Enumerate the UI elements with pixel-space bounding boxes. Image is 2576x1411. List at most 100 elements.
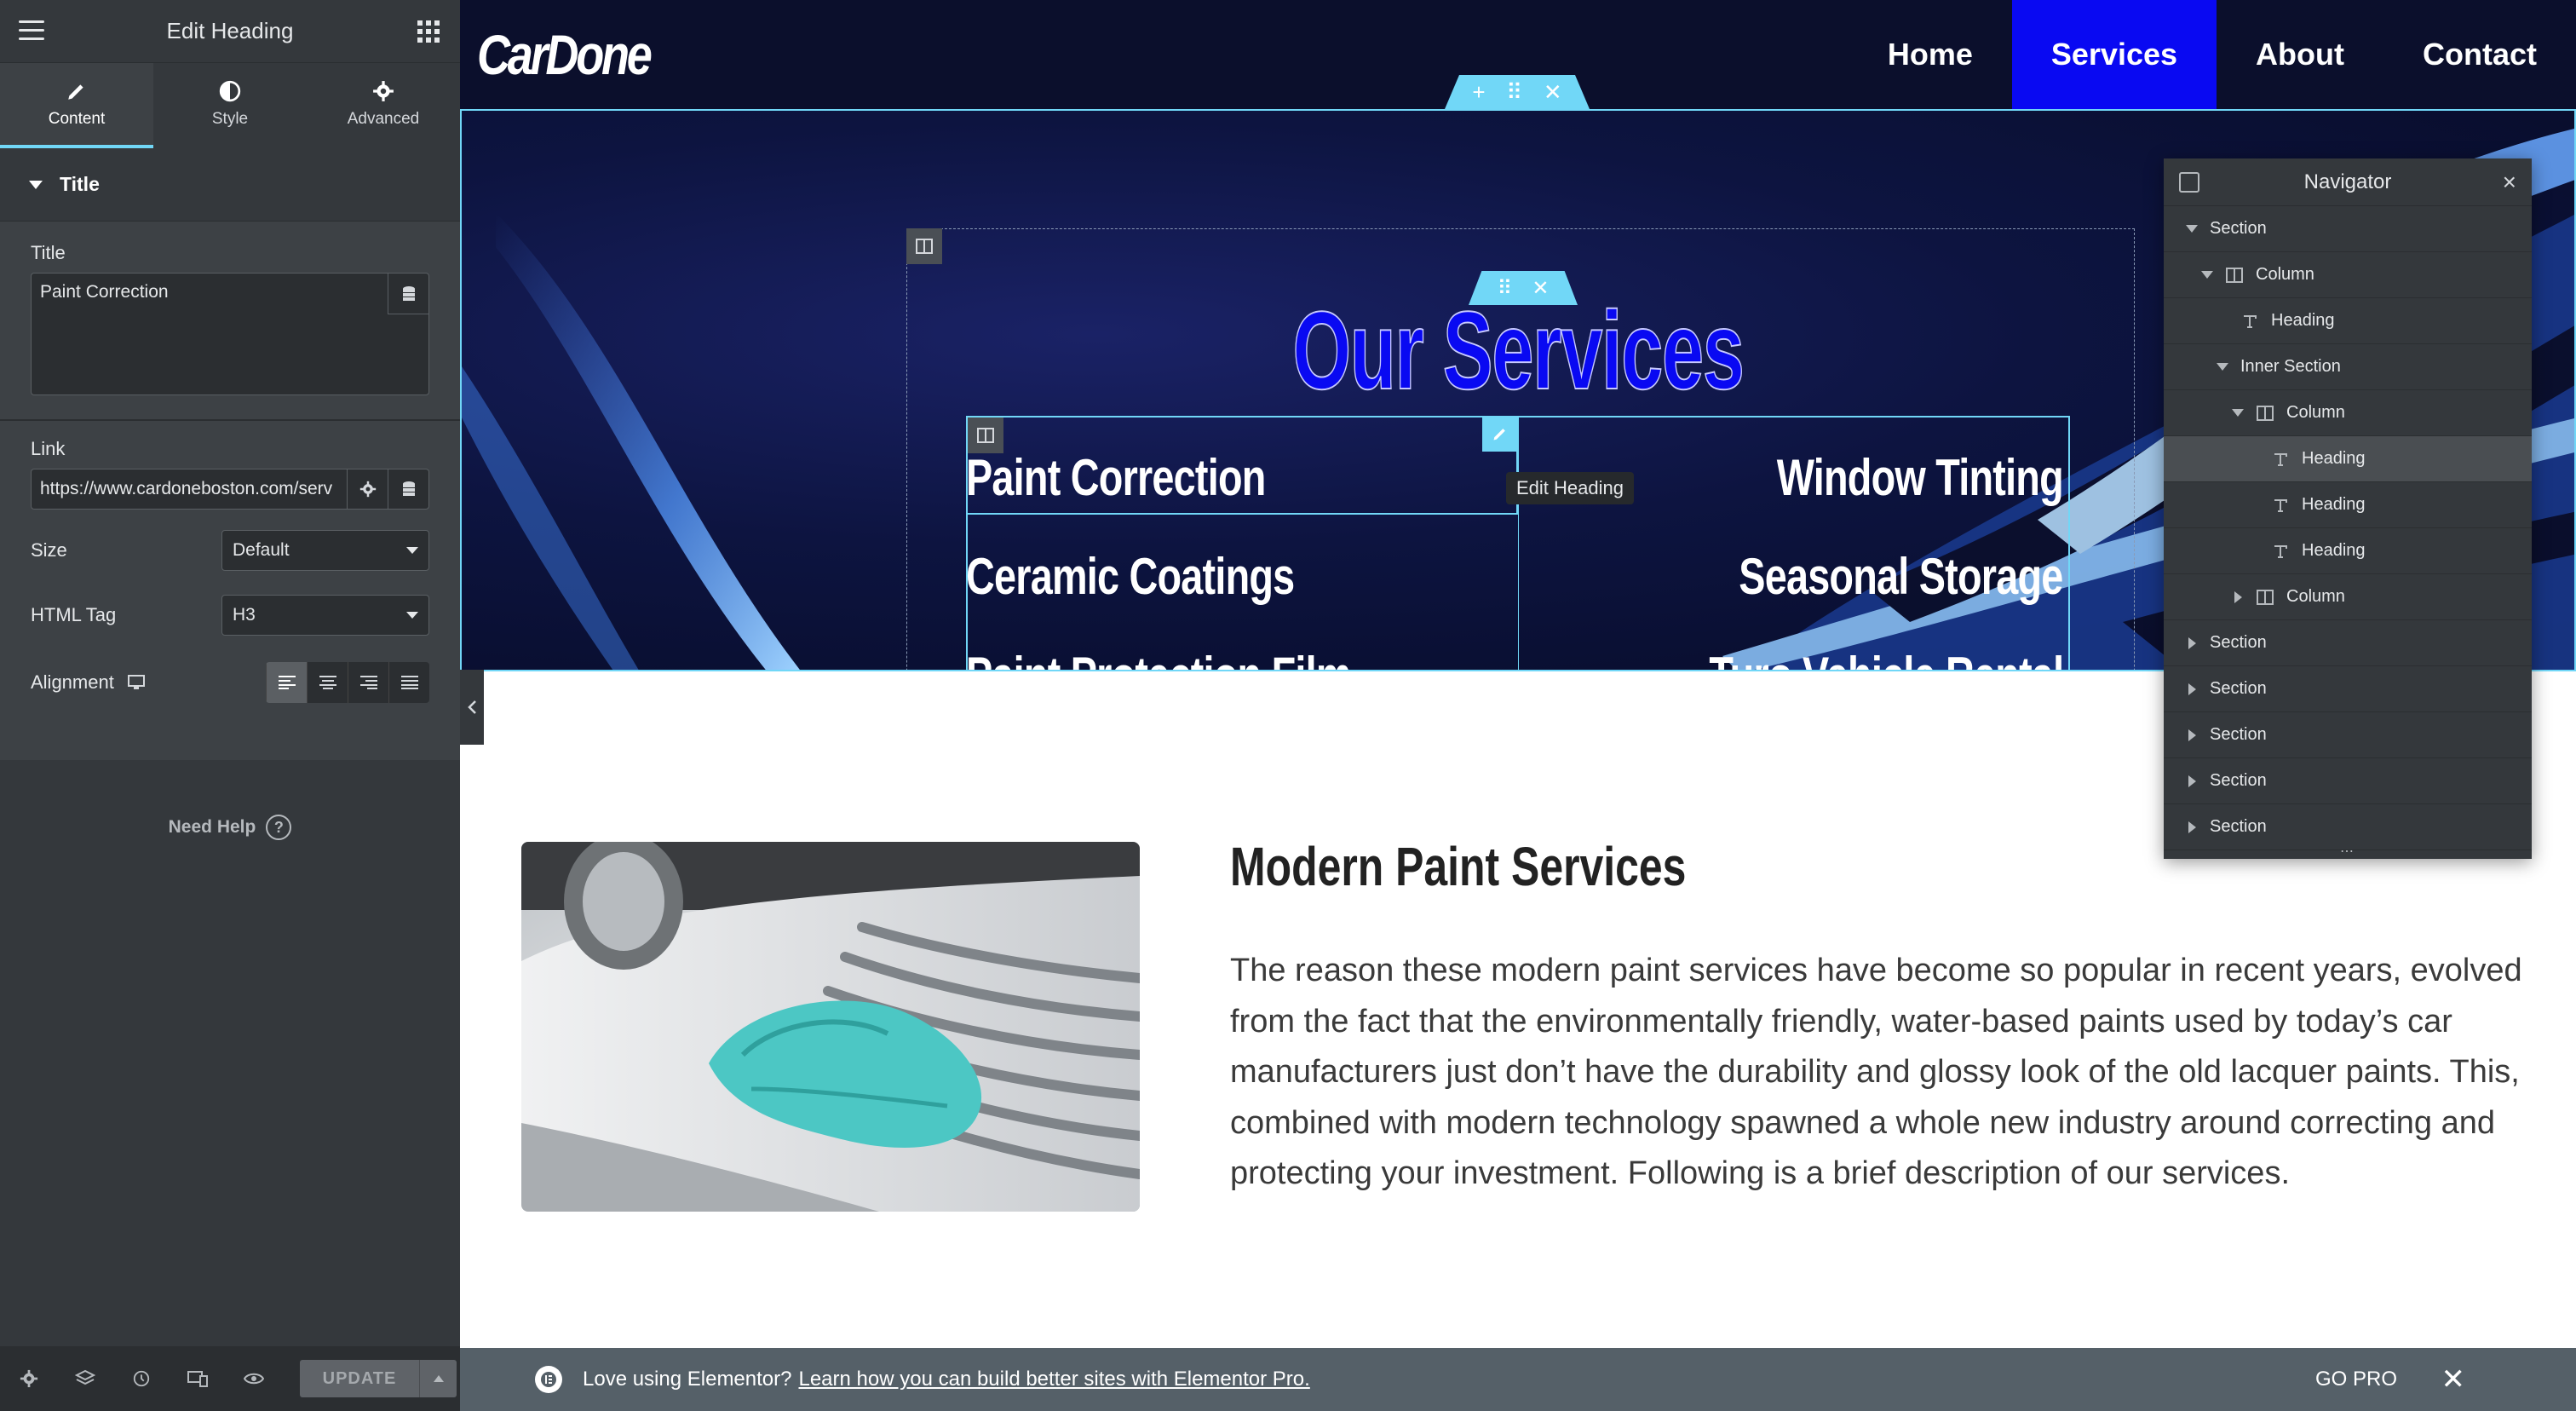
drag-handle-icon[interactable]: ⠿ [1506,79,1522,106]
tab-style[interactable]: Style [153,63,307,148]
navigator-row[interactable]: Section [2164,206,2532,252]
caret-down-icon[interactable] [2201,269,2213,281]
edit-heading-button[interactable] [1482,416,1518,452]
align-center-button[interactable] [307,662,348,703]
link-dynamic-button[interactable] [388,469,428,509]
navigator-row-label: Section [2210,771,2267,790]
caret-right-icon[interactable] [2186,682,2198,695]
navigator-row[interactable]: Inner Section [2164,344,2532,390]
inner-section-handle[interactable]: ⠿ ✕ [1469,271,1578,305]
drag-handle-icon[interactable]: ⠿ [1498,276,1513,301]
html-tag-label: HTML Tag [31,604,117,625]
site-logo[interactable]: CarDone [477,22,653,87]
alignment-label-group: Alignment [31,671,145,694]
align-left-button[interactable] [266,662,307,703]
close-icon[interactable]: × [2503,169,2516,196]
navigator-row-label: Column [2256,265,2314,284]
navigator-row[interactable]: Section [2164,712,2532,758]
close-icon[interactable]: ✕ [2441,1362,2466,1397]
add-icon[interactable]: + [1472,79,1485,106]
collapse-panel-button[interactable] [460,670,484,745]
hamburger-menu-icon[interactable] [19,20,44,41]
align-justify-button[interactable] [388,662,429,703]
navigator-row[interactable]: Column [2164,390,2532,436]
tab-advanced[interactable]: Advanced [307,63,460,148]
caret-right-icon[interactable] [2186,636,2198,649]
section-toggle-title[interactable]: Title [0,148,460,222]
need-help-link[interactable]: Need Help ? [0,815,460,840]
caret-down-icon[interactable] [2232,407,2244,419]
close-icon[interactable]: ✕ [1532,276,1549,301]
align-right-button[interactable] [348,662,388,703]
collapse-all-icon[interactable] [2179,172,2199,193]
link-options-button[interactable] [347,469,388,509]
tab-advanced-label: Advanced [347,110,420,128]
inner-column-divider [1518,416,1519,670]
caret-down-icon[interactable] [2186,223,2198,235]
layers-icon[interactable] [70,1363,101,1394]
panel-footer: UPDATE [0,1346,460,1411]
link-input[interactable] [32,469,347,509]
edit-heading-tooltip: Edit Heading [1506,472,1634,504]
update-options-button[interactable] [419,1360,457,1397]
navigator-row[interactable]: Heading [2164,528,2532,574]
navigator-row[interactable]: Section [2164,620,2532,666]
caret-right-icon[interactable] [2186,821,2198,833]
column-handle[interactable] [906,228,942,264]
navigator-row[interactable]: Heading [2164,436,2532,482]
column-icon [2256,404,2274,423]
hero-title[interactable]: Our Services [800,286,2236,414]
navigator-row[interactable]: Column [2164,252,2532,298]
title-textarea-wrapper [31,273,429,395]
database-icon [402,481,415,496]
navigator-row[interactable]: Column [2164,574,2532,620]
caret-right-icon[interactable] [2186,775,2198,787]
settings-gear-icon[interactable] [14,1363,44,1394]
navigator-row[interactable]: Heading [2164,482,2532,528]
update-button[interactable]: UPDATE [300,1360,419,1397]
responsive-mode-icon[interactable] [182,1363,213,1394]
service-heading-left-2[interactable]: Ceramic Coatings [966,547,1295,606]
nav-home[interactable]: Home [1849,0,2012,109]
service-heading-right-1[interactable]: Window Tinting [1777,448,2064,507]
dynamic-tags-button[interactable] [388,274,428,314]
go-pro-button[interactable]: GO PRO [2315,1368,2397,1391]
inner-column-handle[interactable] [968,418,1003,453]
caret-down-icon[interactable] [2217,361,2228,373]
navigator-row[interactable]: Heading [2164,298,2532,344]
nav-services[interactable]: Services [2011,0,2217,109]
navigator-row[interactable]: Section [2164,666,2532,712]
service-heading-left-3[interactable]: Paint Protection Film [966,646,1351,670]
promo-link[interactable]: Learn how you can build better sites wit… [798,1368,1309,1391]
resize-handle-icon[interactable]: ⋯ [2164,844,2532,859]
content-body-text[interactable]: The reason these modern paint services h… [1230,946,2525,1200]
title-textarea[interactable] [32,274,428,395]
section-handle[interactable]: + ⠿ ✕ [1445,75,1590,109]
service-heading-right-2[interactable]: Seasonal Storage [1739,547,2064,606]
title-field-label: Title [31,242,66,263]
tab-content[interactable]: Content [0,63,153,148]
gear-icon [359,481,376,498]
history-icon[interactable] [126,1363,157,1394]
navigator-row-label: Heading [2302,495,2366,514]
close-icon[interactable]: ✕ [1544,79,1562,106]
widgets-grid-icon[interactable] [417,20,440,43]
size-select-value: Default [233,540,290,560]
content-title[interactable]: Modern Paint Services [1230,835,1686,898]
preview-eye-icon[interactable] [239,1363,269,1394]
heading-icon [2240,312,2259,331]
nav-about[interactable]: About [2217,0,2383,109]
desktop-icon[interactable] [127,675,145,690]
service-heading-left-1[interactable]: Paint Correction [966,448,1266,507]
nav-contact[interactable]: Contact [2383,0,2576,109]
navigator-row[interactable]: Section [2164,758,2532,804]
caret-right-icon[interactable] [2232,590,2244,603]
html-tag-select[interactable]: H3 [221,595,429,636]
caret-right-icon[interactable] [2186,729,2198,741]
dropdown-arrow-icon [406,547,418,554]
service-heading-right-3[interactable]: Turo Vehicle Rental [1709,646,2064,670]
navigator-header[interactable]: Navigator × [2164,158,2532,206]
editor-panel: Edit Heading Content Style Advanced Titl… [0,0,460,1411]
size-select[interactable]: Default [221,530,429,571]
